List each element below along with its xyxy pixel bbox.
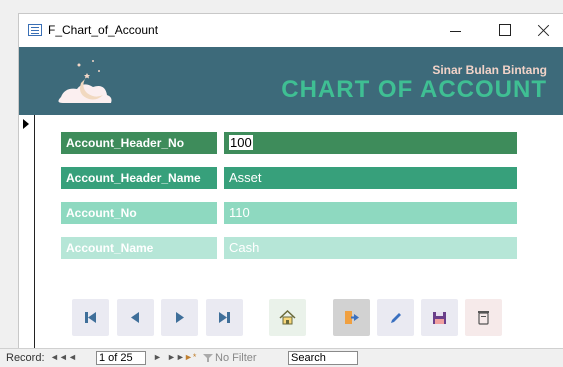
nav-new-record-icon[interactable]: ►* [184, 352, 196, 362]
save-icon [433, 312, 446, 324]
account-no-field[interactable]: 110 [224, 202, 517, 224]
first-record-icon [85, 312, 96, 323]
nav-last-icon[interactable]: ►► [167, 352, 185, 362]
search-box[interactable]: Search [288, 351, 358, 365]
edit-button[interactable] [377, 299, 414, 336]
first-record-button[interactable] [72, 299, 109, 336]
label-account-header-name: Account_Header_Name [61, 167, 217, 189]
account-name-field[interactable]: Cash [224, 237, 517, 259]
record-navigation-bar: Record: ◄◄ ◄ 1 of 25 ► ►► ►* No Filter S… [0, 348, 563, 367]
form-window: F_Chart_of_Account Sinar Bulan Bintang C… [18, 13, 563, 367]
maximize-button[interactable] [485, 14, 525, 47]
label-account-no: Account_No [61, 202, 217, 224]
form-header: Sinar Bulan Bintang CHART OF ACCOUNT [19, 47, 563, 115]
record-position-input[interactable]: 1 of 25 [96, 351, 146, 365]
current-record-arrow-icon [23, 119, 29, 129]
previous-record-icon [131, 312, 139, 323]
nav-prev-icon[interactable]: ◄ [68, 352, 77, 362]
exit-button[interactable] [333, 299, 370, 336]
last-record-icon [219, 312, 230, 323]
label-account-header-no: Account_Header_No [61, 132, 217, 154]
brand-name: Sinar Bulan Bintang [432, 63, 547, 77]
nav-first-icon[interactable]: ◄◄ [50, 352, 68, 362]
record-label: Record: [6, 352, 45, 364]
edit-icon [391, 313, 401, 323]
next-record-button[interactable] [161, 299, 198, 336]
last-record-button[interactable] [206, 299, 243, 336]
previous-record-button[interactable] [117, 299, 154, 336]
window-title: F_Chart_of_Account [48, 23, 159, 37]
filter-status[interactable]: No Filter [215, 352, 257, 364]
label-account-name: Account_Name [61, 237, 217, 259]
minimize-button[interactable] [436, 14, 476, 47]
title-bar: F_Chart_of_Account [19, 14, 563, 47]
home-button[interactable] [269, 299, 306, 336]
exit-icon [345, 311, 359, 324]
next-record-icon [176, 312, 184, 323]
moon-logo-icon [58, 60, 112, 103]
account-header-no-value: 100 [229, 135, 253, 150]
save-button[interactable] [421, 299, 458, 336]
nav-next-icon[interactable]: ► [153, 352, 162, 362]
account-header-no-field[interactable]: 100 [224, 132, 517, 154]
form-icon [28, 24, 42, 36]
home-icon [279, 309, 296, 325]
account-header-name-field[interactable]: Asset [224, 167, 517, 189]
close-button[interactable] [524, 14, 563, 47]
delete-button[interactable] [465, 299, 502, 336]
form-heading: CHART OF ACCOUNT [281, 76, 547, 103]
record-selector[interactable] [19, 115, 35, 367]
filter-icon [203, 354, 213, 362]
delete-icon [478, 311, 489, 325]
